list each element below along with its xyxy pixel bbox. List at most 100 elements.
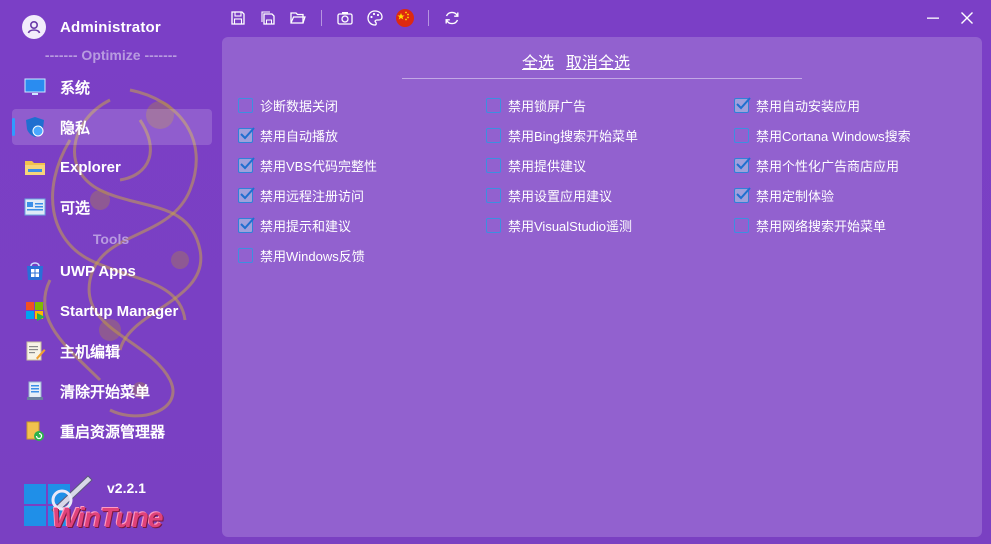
user-profile[interactable]: Administrator	[22, 14, 161, 40]
china-flag-icon[interactable]	[392, 6, 418, 30]
sidebar: Administrator ------- Optimize ------- 系…	[0, 0, 222, 544]
option-row[interactable]: 禁用提示和建议	[238, 215, 351, 235]
nav-item-hosts-edit[interactable]: 主机编辑	[12, 333, 212, 369]
option-label: 禁用自动播放	[260, 128, 339, 144]
nav-item-explorer[interactable]: Explorer	[12, 149, 212, 185]
open-folder-icon[interactable]	[285, 6, 311, 30]
minimize-icon	[927, 17, 939, 19]
windows-store-icon	[24, 260, 46, 282]
user-name: Administrator	[60, 18, 161, 36]
checkbox-unchecked[interactable]	[486, 97, 501, 113]
checkmark-icon	[240, 126, 255, 139]
nav-label-restart-explorer: 重启资源管理器	[60, 423, 166, 441]
checkmark-icon	[240, 156, 255, 169]
option-label: 禁用锁屏广告	[508, 98, 587, 114]
option-row[interactable]: 禁用自动播放	[238, 125, 338, 145]
app-window: Administrator ------- Optimize ------- 系…	[0, 0, 991, 544]
option-row[interactable]: 禁用Cortana Windows搜索	[734, 125, 911, 145]
checkbox-checked[interactable]	[238, 186, 255, 203]
deselect-all-link[interactable]: 取消全选	[566, 49, 630, 73]
minimize-button[interactable]	[918, 6, 948, 30]
checkbox-unchecked[interactable]	[238, 247, 253, 263]
checkbox-checked[interactable]	[734, 186, 751, 203]
checkbox-checked[interactable]	[238, 216, 255, 233]
option-row[interactable]: 诊断数据关闭	[238, 95, 338, 115]
toolbar	[225, 6, 465, 30]
option-label: 禁用设置应用建议	[508, 188, 613, 204]
option-row[interactable]: 禁用设置应用建议	[486, 185, 612, 205]
nav-label-privacy: 隐私	[60, 119, 91, 137]
nav-label-explorer: Explorer	[60, 158, 121, 176]
clean-start-icon	[24, 380, 46, 402]
nav-item-uwp-apps[interactable]: UWP Apps	[12, 253, 212, 289]
nav-item-clean-start-menu[interactable]: 清除开始菜单	[12, 373, 212, 409]
save-icon[interactable]	[225, 6, 251, 30]
checkmark-icon	[240, 216, 255, 229]
option-row[interactable]: 禁用自动安装应用	[734, 95, 860, 115]
option-label: 禁用自动安装应用	[756, 98, 861, 114]
selection-links: 全选 取消全选	[522, 49, 630, 73]
checkbox-unchecked[interactable]	[734, 217, 749, 233]
nav-label-system: 系统	[60, 79, 91, 97]
checkbox-checked[interactable]	[238, 126, 255, 143]
option-row[interactable]: 禁用锁屏广告	[486, 95, 586, 115]
nav-label-uwp-apps: UWP Apps	[60, 262, 136, 280]
screenshot-icon[interactable]	[332, 6, 358, 30]
option-row[interactable]: 禁用Bing搜索开始菜单	[486, 125, 638, 145]
checkbox-unchecked[interactable]	[238, 97, 253, 113]
nav-item-optional[interactable]: 可选	[12, 189, 212, 225]
checkbox-unchecked[interactable]	[486, 127, 501, 143]
user-avatar-icon	[22, 15, 46, 39]
option-label: 禁用网络搜索开始菜单	[756, 218, 887, 234]
nav-label-startup-manager: Startup Manager	[60, 302, 179, 320]
option-row[interactable]: 禁用个性化广告商店应用	[734, 155, 899, 175]
divider	[402, 78, 802, 79]
checkbox-unchecked[interactable]	[734, 127, 749, 143]
option-row[interactable]: 禁用VBS代码完整性	[238, 155, 377, 175]
option-label: 禁用Windows反馈	[260, 248, 365, 264]
checkbox-checked[interactable]	[734, 156, 751, 173]
app-version: v2.2.1	[107, 480, 146, 496]
nav-item-system[interactable]: 系统	[12, 69, 212, 105]
checkmark-icon	[736, 156, 751, 169]
option-row[interactable]: 禁用Windows反馈	[238, 245, 365, 265]
option-row[interactable]: 禁用VisualStudio遥测	[486, 215, 632, 235]
checkbox-checked[interactable]	[238, 156, 255, 173]
section-label-optimize: ------- Optimize -------	[44, 47, 178, 63]
folder-icon	[24, 156, 46, 178]
nav-label-hosts-edit: 主机编辑	[60, 343, 121, 361]
monitor-icon	[24, 76, 46, 98]
checkbox-checked[interactable]	[734, 96, 751, 113]
option-row[interactable]: 禁用提供建议	[486, 155, 586, 175]
option-row[interactable]: 禁用网络搜索开始菜单	[734, 215, 886, 235]
option-label: 禁用Cortana Windows搜索	[756, 128, 911, 144]
options-icon	[24, 196, 46, 218]
save-as-icon[interactable]	[255, 6, 281, 30]
option-label: 禁用提供建议	[508, 158, 587, 174]
option-label: 禁用远程注册访问	[260, 188, 365, 204]
close-icon	[961, 12, 973, 24]
refresh-icon[interactable]	[439, 6, 465, 30]
option-label: 禁用VisualStudio遥测	[508, 218, 633, 234]
option-label: 禁用提示和建议	[260, 218, 352, 234]
theme-palette-icon[interactable]	[362, 6, 388, 30]
checkbox-unchecked[interactable]	[486, 187, 501, 203]
nav-item-startup-manager[interactable]: Startup Manager	[12, 293, 212, 329]
nav-item-restart-explorer[interactable]: 重启资源管理器	[12, 413, 212, 449]
option-label: 禁用VBS代码完整性	[260, 158, 378, 174]
shield-icon	[24, 116, 46, 138]
nav-item-privacy[interactable]: 隐私	[12, 109, 212, 145]
wintune-logo-text: WinTune	[52, 502, 163, 533]
option-row[interactable]: 禁用远程注册访问	[238, 185, 364, 205]
select-all-link[interactable]: 全选	[522, 49, 554, 73]
checkbox-unchecked[interactable]	[486, 157, 501, 173]
close-button[interactable]	[952, 6, 982, 30]
option-label: 禁用个性化广告商店应用	[756, 158, 900, 174]
option-row[interactable]: 禁用定制体验	[734, 185, 834, 205]
section-label-tools: Tools	[92, 231, 130, 247]
restart-explorer-icon	[24, 420, 46, 442]
checkmark-icon	[736, 96, 751, 109]
privacy-settings-panel: 全选 取消全选 诊断数据关闭 禁用自动播放 禁用VBS代码完整性 禁用远程注册访问 禁用…	[222, 37, 982, 537]
nav-label-optional: 可选	[60, 199, 91, 217]
checkbox-unchecked[interactable]	[486, 217, 501, 233]
